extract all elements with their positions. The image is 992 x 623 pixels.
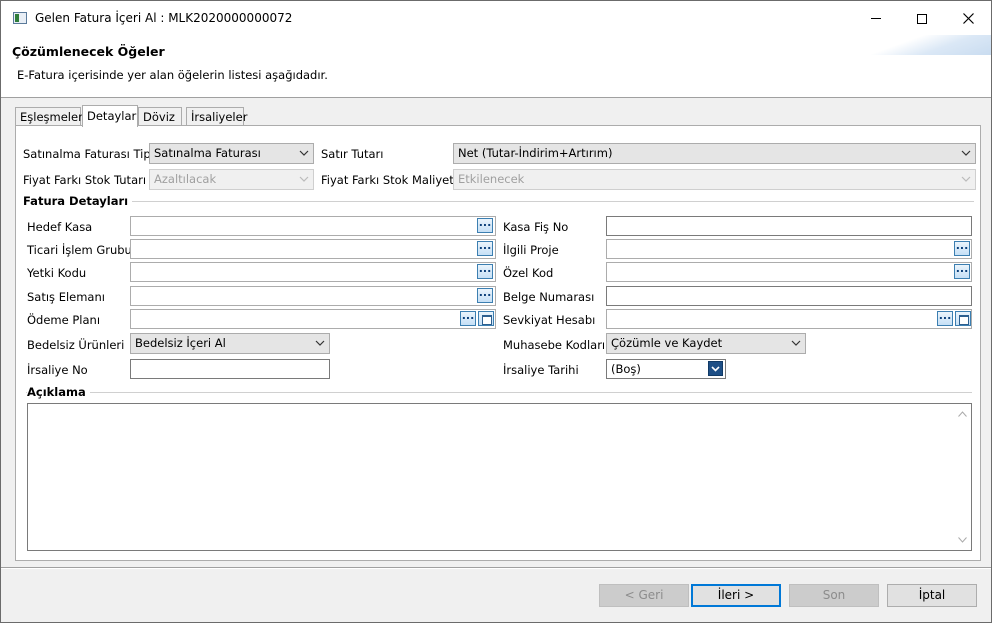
back-button[interactable]: < Geri: [599, 584, 689, 607]
ilgili-proje-label: İlgili Proje: [503, 243, 559, 257]
satis-elemani-label: Satış Elemanı: [27, 290, 105, 304]
app-window-icon: [13, 12, 27, 24]
aciklama-divider: [26, 392, 972, 393]
aciklama-title: Açıklama: [27, 385, 90, 399]
details-panel: Satınalma Faturası Tipi Satınalma Fatura…: [15, 125, 981, 561]
yetki-kodu-input[interactable]: [130, 262, 496, 282]
satir-tutari-value: Net (Tutar-İndirim+Artırım): [458, 146, 613, 160]
bedelsiz-urunleri-value: Bedelsiz İçeri Al: [135, 336, 226, 350]
fiyat-farki-stok-maliyeti-value: Etkilenecek: [458, 172, 525, 186]
close-button[interactable]: [945, 1, 991, 35]
ellipsis-icon[interactable]: ...: [954, 263, 970, 279]
tab-doviz[interactable]: Döviz: [138, 107, 182, 126]
chevron-down-icon: [299, 176, 309, 182]
fiyat-farki-stok-maliyeti-label: Fiyat Farkı Stok Maliyeti: [321, 173, 457, 187]
header-decoration: [871, 35, 991, 55]
date-dropdown-button[interactable]: [708, 361, 723, 376]
finish-button[interactable]: Son: [789, 584, 879, 607]
calendar-icon[interactable]: [955, 311, 971, 326]
irsaliye-tarihi-label: İrsaliye Tarihi: [503, 363, 579, 377]
ozel-kod-input[interactable]: [606, 262, 972, 282]
ellipsis-icon[interactable]: ...: [937, 310, 953, 326]
odeme-plani-input[interactable]: [130, 309, 496, 329]
close-icon: [962, 13, 974, 24]
fiyat-farki-stok-tutari-value: Azaltılacak: [154, 172, 217, 186]
fatura-detaylari-divider: [24, 201, 974, 202]
yetki-kodu-label: Yetki Kodu: [27, 266, 87, 280]
fiyat-farki-stok-tutari-label: Fiyat Farkı Stok Tutarı: [23, 173, 147, 187]
satir-tutari-label: Satır Tutarı: [321, 147, 384, 161]
chevron-down-icon: [961, 176, 971, 182]
satinalma-faturasi-tipi-value: Satınalma Faturası: [154, 146, 261, 160]
window-title: Gelen Fatura İçeri Al : MLK2020000000072: [35, 11, 293, 25]
tab-irsaliyeler[interactable]: İrsaliyeler: [186, 107, 247, 126]
header-subtitle: E-Fatura içerisinde yer alan öğelerin li…: [17, 68, 328, 82]
chevron-down-icon: [961, 150, 971, 156]
chevron-down-icon: [791, 340, 801, 346]
satir-tutari-select[interactable]: Net (Tutar-İndirim+Artırım): [453, 143, 976, 164]
scroll-down-icon[interactable]: [958, 537, 967, 543]
satinalma-faturasi-tipi-label: Satınalma Faturası Tipi: [23, 147, 154, 161]
wizard-window: Gelen Fatura İçeri Al : MLK2020000000072…: [0, 0, 992, 623]
ellipsis-icon[interactable]: ...: [460, 310, 476, 326]
calendar-icon[interactable]: [478, 311, 494, 326]
ticari-islem-grubu-input[interactable]: [130, 239, 496, 259]
footer-divider-highlight: [1, 568, 991, 569]
satinalma-faturasi-tipi-select[interactable]: Satınalma Faturası: [149, 143, 314, 164]
cancel-button[interactable]: İptal: [887, 584, 977, 607]
sevkiyat-hesabi-input[interactable]: [606, 309, 972, 329]
hedef-kasa-input[interactable]: [130, 216, 496, 236]
irsaliye-no-input[interactable]: [130, 359, 330, 379]
maximize-icon: [917, 13, 927, 24]
fatura-detaylari-title: Fatura Detayları: [23, 194, 133, 208]
minimize-icon: [871, 18, 881, 19]
belge-numarasi-label: Belge Numarası: [503, 290, 595, 304]
wizard-header: Çözümlenecek Öğeler E-Fatura içerisinde …: [1, 35, 991, 98]
aciklama-scrollbar[interactable]: [954, 404, 971, 550]
chevron-down-icon: [711, 366, 720, 372]
ellipsis-icon[interactable]: ...: [477, 217, 493, 233]
aciklama-textarea[interactable]: [27, 403, 972, 551]
bedelsiz-urunleri-label: Bedelsiz Ürünleri: [27, 338, 125, 352]
tab-detaylar[interactable]: Detaylar: [82, 105, 138, 127]
satis-elemani-input[interactable]: [130, 286, 496, 306]
minimize-button[interactable]: [853, 1, 899, 35]
header-title: Çözümlenecek Öğeler: [12, 44, 165, 59]
tab-eslesmeler[interactable]: Eşleşmeler: [15, 107, 83, 126]
ellipsis-icon[interactable]: ...: [477, 263, 493, 279]
muhasebe-kodlari-label: Muhasebe Kodları: [503, 338, 606, 352]
ellipsis-icon[interactable]: ...: [477, 240, 493, 256]
chevron-down-icon: [315, 340, 325, 346]
ticari-islem-grubu-label: Ticari İşlem Grubu: [27, 243, 132, 257]
muhasebe-kodlari-value: Çözümle ve Kaydet: [611, 336, 723, 350]
chevron-down-icon: [299, 150, 309, 156]
ellipsis-icon[interactable]: ...: [954, 240, 970, 256]
odeme-plani-label: Ödeme Planı: [27, 313, 101, 327]
fiyat-farki-stok-tutari-select: Azaltılacak: [149, 169, 314, 190]
fiyat-farki-stok-maliyeti-select: Etkilenecek: [453, 169, 976, 190]
hedef-kasa-label: Hedef Kasa: [27, 220, 93, 234]
sevkiyat-hesabi-label: Sevkiyat Hesabı: [503, 313, 596, 327]
ellipsis-icon[interactable]: ...: [477, 287, 493, 303]
bedelsiz-urunleri-select[interactable]: Bedelsiz İçeri Al: [130, 333, 330, 354]
muhasebe-kodlari-select[interactable]: Çözümle ve Kaydet: [606, 333, 806, 354]
ilgili-proje-input[interactable]: [606, 239, 972, 259]
irsaliye-no-label: İrsaliye No: [27, 363, 88, 377]
title-bar[interactable]: Gelen Fatura İçeri Al : MLK2020000000072: [1, 1, 991, 35]
kasa-fis-no-label: Kasa Fiş No: [503, 220, 569, 234]
kasa-fis-no-input[interactable]: [606, 216, 972, 236]
next-button[interactable]: İleri >: [691, 584, 781, 607]
belge-numarasi-input[interactable]: [606, 286, 972, 306]
maximize-button[interactable]: [899, 1, 945, 35]
ozel-kod-label: Özel Kod: [503, 266, 554, 280]
scroll-up-icon[interactable]: [958, 411, 967, 417]
